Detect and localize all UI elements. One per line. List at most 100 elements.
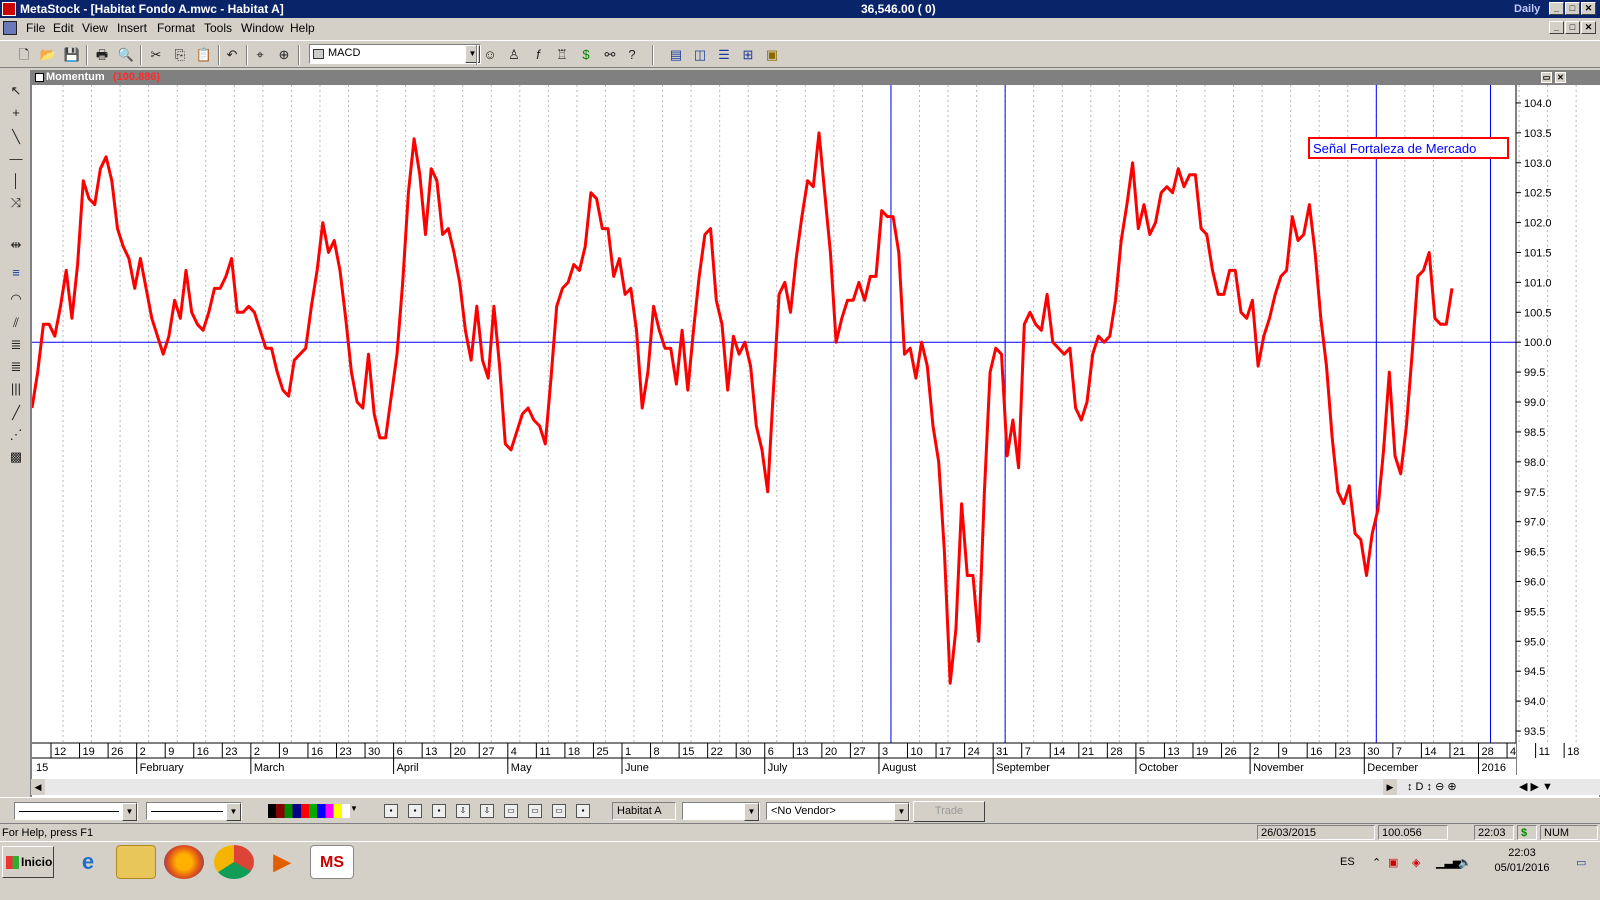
- trendline-icon[interactable]: ╲: [5, 128, 27, 146]
- copy-icon[interactable]: ⎘: [170, 45, 190, 65]
- andrews-fork-icon[interactable]: ⋰: [5, 426, 27, 444]
- momentum-chart[interactable]: 104.0 103.5 103.0 102.5 102.0 101.5 101.0 100.5…: [32, 85, 1600, 781]
- chart-style-icon[interactable]: ▪: [384, 804, 398, 818]
- doc-minimize-button[interactable]: _: [1549, 21, 1564, 34]
- x-day-label: 9: [1282, 746, 1288, 758]
- file-explorer-icon[interactable]: [116, 845, 156, 879]
- volume-icon[interactable]: 🔈: [1458, 856, 1472, 869]
- scroll-right-icon[interactable]: ▶: [1383, 779, 1397, 795]
- tile-horizontal-icon[interactable]: ☰: [714, 45, 734, 65]
- vendor-select[interactable]: <No Vendor> ▼: [766, 802, 910, 821]
- fit-chart-icon[interactable]: ⇹: [5, 236, 27, 254]
- firefox-icon[interactable]: [164, 845, 204, 879]
- zoom-icon[interactable]: ⊕: [274, 45, 294, 65]
- cascade-icon[interactable]: ▤: [666, 45, 686, 65]
- menu-view[interactable]: View: [82, 21, 108, 35]
- x-day-label: 11: [1539, 746, 1550, 758]
- menu-edit[interactable]: Edit: [53, 21, 74, 35]
- trade-button[interactable]: Trade: [913, 801, 985, 822]
- indicator-combo[interactable]: MACD ▼: [309, 44, 481, 64]
- scroll-left-icon[interactable]: ◀: [31, 779, 45, 795]
- minimize-button[interactable]: _: [1549, 2, 1564, 15]
- doc-close-button[interactable]: ✕: [1581, 21, 1596, 34]
- metastock-task-icon[interactable]: MS: [310, 845, 354, 879]
- time-zones-icon[interactable]: |||: [5, 380, 27, 398]
- security-icon[interactable]: ◈: [1412, 856, 1420, 869]
- tile-grid-icon[interactable]: ⊞: [738, 45, 758, 65]
- crosshair-icon[interactable]: ⌖: [250, 45, 270, 65]
- inner-close-icon[interactable]: ✕: [1555, 72, 1566, 83]
- vertical-line-icon[interactable]: │: [5, 172, 27, 190]
- window-layout-icon[interactable]: ▭: [504, 804, 518, 818]
- binoculars-icon[interactable]: ⚯: [600, 45, 620, 65]
- doc-restore-button[interactable]: □: [1565, 21, 1580, 34]
- internet-explorer-icon[interactable]: e: [68, 845, 108, 879]
- security-select[interactable]: ▼: [682, 802, 760, 821]
- page-nav-icons[interactable]: ◀ ▶ ▼: [1519, 780, 1553, 793]
- horizontal-line-icon[interactable]: —: [5, 150, 27, 168]
- paste-icon[interactable]: 📋: [194, 45, 214, 65]
- insert-window-icon[interactable]: ⇩: [480, 804, 494, 818]
- speed-resistance-icon[interactable]: ≣: [5, 358, 27, 376]
- line-tool-icon[interactable]: ╱: [5, 404, 27, 422]
- fibonacci-arcs-icon[interactable]: ◠: [5, 290, 27, 308]
- new-file-icon[interactable]: 🗋: [14, 45, 34, 65]
- document-icon[interactable]: [3, 21, 17, 35]
- window-layout-icon[interactable]: ▭: [552, 804, 566, 818]
- network-icon[interactable]: ▣: [1388, 856, 1398, 869]
- formula-icon[interactable]: f: [528, 45, 548, 65]
- arrange-icon[interactable]: ▣: [762, 45, 782, 65]
- menu-help[interactable]: Help: [290, 21, 315, 35]
- gann-fan-icon[interactable]: ⫽: [5, 314, 27, 332]
- show-hidden-icons-icon[interactable]: ⌃: [1372, 856, 1381, 869]
- indicator-select-box[interactable]: [35, 73, 44, 82]
- palette-chevron-icon[interactable]: ▼: [350, 804, 358, 813]
- horizontal-scrollbar[interactable]: ◀ ▶ ↕ D ↕ ⊖ ⊕ ◀ ▶ ▼: [31, 779, 1600, 795]
- window-layout-icon[interactable]: ▪: [576, 804, 590, 818]
- chart-window[interactable]: Momentum (100.886) ▭ ✕ 104.0 103.5 103.0 10…: [31, 70, 1600, 802]
- chart-style-icon[interactable]: ▪: [432, 804, 446, 818]
- color-palette[interactable]: [268, 804, 350, 818]
- cut-icon[interactable]: ✂: [146, 45, 166, 65]
- line-weight-select[interactable]: ▼: [146, 802, 242, 821]
- inner-restore-icon[interactable]: ▭: [1541, 72, 1552, 83]
- start-button[interactable]: Inicio: [2, 846, 54, 878]
- print-icon[interactable]: 🖶: [92, 45, 112, 65]
- open-folder-icon[interactable]: 📂: [38, 45, 58, 65]
- metastock-app-icon[interactable]: [2, 2, 16, 16]
- crosshair-tool-icon[interactable]: +: [5, 104, 27, 122]
- pointer-icon[interactable]: ↖: [5, 82, 27, 100]
- tile-vertical-icon[interactable]: ◫: [690, 45, 710, 65]
- save-icon[interactable]: 💾: [62, 45, 82, 65]
- fibonacci-retracement-icon[interactable]: ≣: [5, 336, 27, 354]
- show-desktop-icon[interactable]: ▭: [1576, 856, 1586, 869]
- system-tester-icon[interactable]: ♖: [552, 45, 572, 65]
- undo-icon[interactable]: ↶: [222, 45, 242, 65]
- menu-format[interactable]: Format: [157, 21, 195, 35]
- menu-insert[interactable]: Insert: [117, 21, 147, 35]
- chrome-icon[interactable]: [214, 845, 254, 879]
- security-name-field[interactable]: Habitat A: [612, 802, 676, 820]
- clock[interactable]: 22:03 05/01/2016: [1482, 846, 1562, 876]
- expert-advisor-icon[interactable]: ☺: [480, 45, 500, 65]
- grid-tool-icon[interactable]: ▩: [5, 448, 27, 466]
- explorer-icon[interactable]: ♙: [504, 45, 524, 65]
- language-indicator[interactable]: ES: [1340, 856, 1355, 868]
- chart-style-icon[interactable]: ▪: [408, 804, 422, 818]
- insert-window-icon[interactable]: ⇩: [456, 804, 470, 818]
- chart-nav-icons[interactable]: ↕ D ↕ ⊖ ⊕: [1407, 780, 1457, 793]
- maximize-button[interactable]: □: [1565, 2, 1580, 15]
- window-layout-icon[interactable]: ▭: [528, 804, 542, 818]
- close-button[interactable]: ✕: [1581, 2, 1596, 15]
- print-preview-icon[interactable]: 🔍: [116, 45, 136, 65]
- menu-tools[interactable]: Tools: [204, 21, 232, 35]
- menu-window[interactable]: Window: [241, 21, 284, 35]
- media-player-icon[interactable]: ▶: [262, 845, 302, 879]
- channel-icon[interactable]: ≡: [5, 264, 27, 282]
- line-style-select[interactable]: ▼: [14, 802, 138, 821]
- menu-file[interactable]: File: [26, 21, 45, 35]
- x-day-label: 4: [511, 746, 517, 758]
- cycle-lines-icon[interactable]: ⤨: [5, 194, 27, 212]
- context-help-icon[interactable]: ?: [622, 45, 642, 65]
- dollar-icon[interactable]: $: [576, 45, 596, 65]
